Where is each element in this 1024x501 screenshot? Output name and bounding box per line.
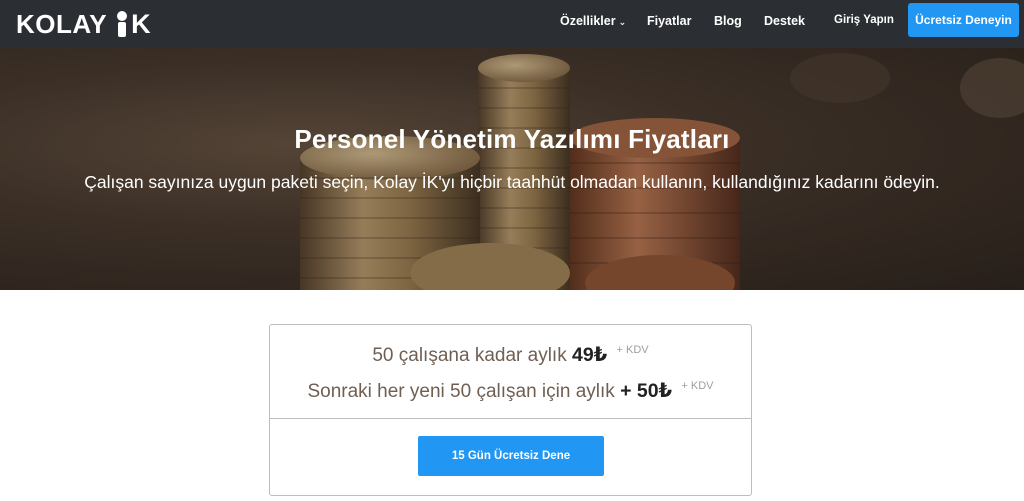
base-price-tax: + KDV <box>616 344 649 356</box>
brand-logo[interactable]: KOLAY K <box>16 6 151 42</box>
login-link[interactable]: Giriş Yapın <box>834 14 894 26</box>
pricing-card: 50 çalışana kadar aylık 49₺ + KDV Sonrak… <box>269 324 752 496</box>
top-navbar: KOLAY K Özellikler ⌄ Fiyatlar Blog Destek… <box>0 0 1024 48</box>
extra-price-tax: + KDV <box>681 380 714 392</box>
brand-suffix: K <box>131 8 152 39</box>
extra-price-amount: + 50₺ <box>620 380 673 402</box>
base-price-amount: 49₺ <box>571 344 608 366</box>
base-price-text: 50 çalışana kadar aylık <box>372 345 567 366</box>
page-title: Personel Yönetim Yazılımı Fiyatları <box>294 124 730 154</box>
nav-item-fiyatlar[interactable]: Fiyatlar <box>647 14 691 28</box>
chevron-down-icon: ⌄ <box>618 17 627 27</box>
pricing-details: 50 çalışana kadar aylık 49₺ + KDV Sonrak… <box>270 325 751 419</box>
brand-name: KOLAY <box>16 8 108 39</box>
page-subtitle: Çalışan sayınıza uygun paketi seçin, Kol… <box>84 172 940 192</box>
nav-item-destek[interactable]: Destek <box>764 14 805 28</box>
base-price-line: 50 çalışana kadar aylık 49₺ + KDV <box>270 343 751 367</box>
brand-ik-mark: K <box>115 9 151 40</box>
hero-banner: Personel Yönetim Yazılımı Fiyatları Çalı… <box>0 48 1024 290</box>
person-icon <box>115 11 129 37</box>
free-trial-nav-button[interactable]: Ücretsiz Deneyin <box>908 3 1019 37</box>
free-trial-15-day-button[interactable]: 15 Gün Ücretsiz Dene <box>418 436 604 476</box>
nav-item-label: Özellikler <box>560 14 616 28</box>
extra-price-line: Sonraki her yeni 50 çalışan için aylık +… <box>270 379 751 403</box>
extra-price-text: Sonraki her yeni 50 çalışan için aylık <box>307 381 615 402</box>
nav-item-blog[interactable]: Blog <box>714 14 742 28</box>
nav-item-ozellikler[interactable]: Özellikler ⌄ <box>560 14 626 28</box>
